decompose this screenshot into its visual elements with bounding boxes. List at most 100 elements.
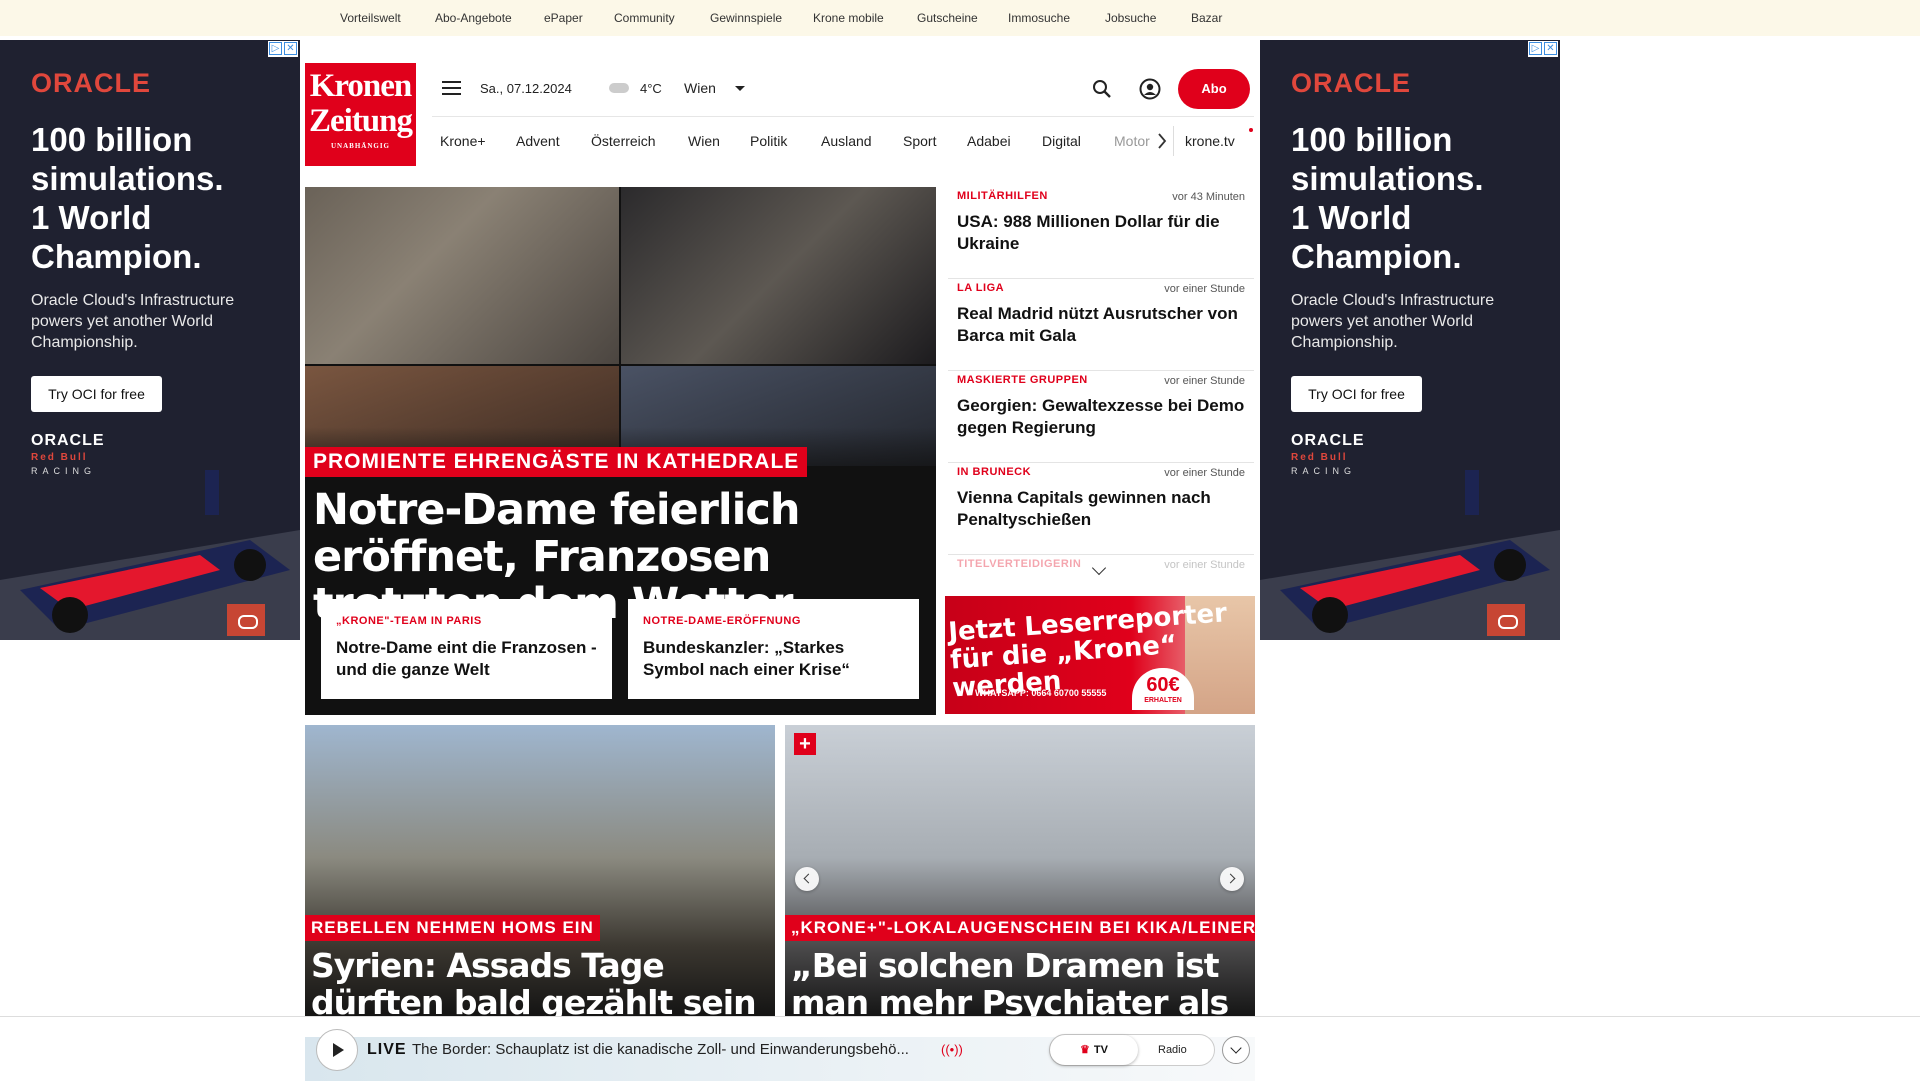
tv-toggle[interactable]: ♛ TV: [1050, 1035, 1138, 1065]
ad-choices[interactable]: ▷ ✕: [268, 41, 298, 57]
news-item[interactable]: IN BRUNECK vor einer Stunde Vienna Capit…: [948, 463, 1254, 555]
chevron-down-icon[interactable]: [735, 86, 745, 91]
latest-news-list: MILITÄRHILFEN vor 43 Minuten USA: 988 Mi…: [948, 187, 1254, 585]
broadcast-icon: ((•)): [941, 1042, 963, 1057]
ad-subtext: Oracle Cloud's Infrastructure powers yet…: [31, 292, 235, 351]
krone-plus-icon: +: [794, 733, 816, 755]
topbar-link-immosuche[interactable]: Immosuche: [1008, 11, 1070, 25]
ad-subtext: Oracle Cloud's Infrastructure powers yet…: [1291, 292, 1495, 351]
play-button[interactable]: [316, 1029, 358, 1071]
nav-item-sport[interactable]: Sport: [903, 133, 936, 149]
menu-icon[interactable]: [442, 81, 461, 95]
story-card[interactable]: REBELLEN NEHMEN HOMS EIN Syrien: Assads …: [305, 725, 775, 1020]
hero-related-card[interactable]: „KRONE"-TEAM IN PARIS Notre-Dame eint di…: [321, 599, 612, 699]
header-date: Sa., 07.12.2024: [480, 81, 572, 96]
abo-button[interactable]: Abo: [1178, 69, 1250, 109]
city-select[interactable]: Wien: [684, 80, 716, 96]
topbar-link-epaper[interactable]: ePaper: [544, 11, 583, 25]
banner-whatsapp: WHATSAPP: 0664 60700 55555: [975, 688, 1107, 698]
live-player-bar: LIVE The Border: Schauplatz ist die kana…: [0, 1016, 1920, 1081]
ad-cta-button[interactable]: Try OCI for free: [31, 376, 162, 412]
related-title[interactable]: Bundeskanzler: „Starkes Symbol nach eine…: [643, 637, 904, 681]
live-dot-icon: [1249, 128, 1253, 132]
topbar-link-community[interactable]: Community: [614, 11, 675, 25]
nav-item-wien[interactable]: Wien: [688, 133, 720, 149]
ad-oracle-badge[interactable]: [227, 604, 265, 636]
hero-story[interactable]: PROMIENTE EHRENGÄSTE IN KATHEDRALE Notre…: [305, 187, 936, 715]
leserreporter-banner[interactable]: Jetzt Leserreporter für die „Krone“ werde…: [945, 596, 1255, 714]
story-kicker: REBELLEN NEHMEN HOMS EIN: [305, 915, 600, 941]
news-time: vor 43 Minuten: [1172, 191, 1245, 203]
news-title[interactable]: Real Madrid nützt Ausrutscher von Barca …: [957, 303, 1245, 347]
topbar-link-jobsuche[interactable]: Jobsuche: [1105, 11, 1156, 25]
related-title[interactable]: Notre-Dame eint die Franzosen - und die …: [336, 637, 597, 681]
nav-item-advent[interactable]: Advent: [516, 133, 560, 149]
story-title[interactable]: Syrien: Assads Tage dürften bald gezählt…: [311, 947, 775, 1020]
news-time: vor einer Stunde: [1164, 467, 1245, 479]
hero-photo-cathedral: [305, 187, 619, 364]
ad-headline: 100 billion simulations. 1 World Champion.: [31, 121, 224, 275]
carousel-next-button[interactable]: [1220, 867, 1244, 891]
ad-cta-button[interactable]: Try OCI for free: [1291, 376, 1422, 412]
hero-photo-guests: [621, 187, 936, 364]
ad-right[interactable]: ▷ ✕ ORACLE 100 billion simulations. 1 World…: [1260, 40, 1560, 640]
temperature: 4°C: [640, 81, 662, 96]
hero-related-card[interactable]: NOTRE-DAME-ERÖFFNUNG Bundeskanzler: „Sta…: [628, 599, 919, 699]
nav-item-motor[interactable]: Motor: [1114, 133, 1150, 149]
ad-choices[interactable]: ▷ ✕: [1528, 41, 1558, 57]
news-item[interactable]: MASKIERTE GRUPPEN vor einer Stunde Georg…: [948, 371, 1254, 463]
banner-reward-badge: 60€ ERHALTEN: [1132, 668, 1194, 710]
news-time: vor einer Stunde: [1164, 375, 1245, 387]
news-time: vor einer Stunde: [1164, 559, 1245, 571]
ad-headline: 100 billion simulations. 1 World Champion.: [1291, 121, 1484, 275]
live-label: LIVE: [367, 1041, 407, 1058]
topbar-link-bazar[interactable]: Bazar: [1191, 11, 1222, 25]
top-utility-bar: Vorteilswelt Abo-Angebote ePaper Communi…: [0, 0, 1920, 36]
related-kicker: NOTRE-DAME-ERÖFFNUNG: [643, 615, 801, 627]
ad-brand: ORACLE: [1291, 68, 1411, 98]
ad-left[interactable]: ▷ ✕ ORACLE 100 billion simulations. 1 World…: [0, 40, 300, 640]
cloud-icon: [609, 83, 629, 93]
chevron-right-icon[interactable]: [1157, 133, 1167, 149]
nav-divider: [432, 116, 1254, 117]
account-icon[interactable]: [1139, 78, 1161, 100]
carousel-prev-button[interactable]: [795, 867, 819, 891]
news-item[interactable]: MILITÄRHILFEN vor 43 Minuten USA: 988 Mi…: [948, 187, 1254, 279]
ad-logo-brand: ORACLE: [31, 432, 105, 449]
ad-logo-brand: ORACLE: [1291, 432, 1365, 449]
topbar-link-vorteilswelt[interactable]: Vorteilswelt: [340, 11, 401, 25]
news-time: vor einer Stunde: [1164, 283, 1245, 295]
ad-logo-partner: Red Bull: [31, 452, 88, 463]
player-title[interactable]: The Border: Schauplatz ist die kanadisch…: [412, 1041, 909, 1058]
crown-icon: ♛: [1080, 1044, 1090, 1056]
nav-item-adabei[interactable]: Adabei: [967, 133, 1011, 149]
nav-item-digital[interactable]: Digital: [1042, 133, 1081, 149]
news-title[interactable]: Georgien: Gewaltexzesse bei Demo gegen R…: [957, 395, 1245, 439]
ad-oracle-badge[interactable]: [1487, 604, 1525, 636]
hero-kicker: PROMIENTE EHRENGÄSTE IN KATHEDRALE: [305, 447, 808, 477]
nav-item-politik[interactable]: Politik: [750, 133, 787, 149]
news-title[interactable]: Vienna Capitals gewinnen nach Penaltysch…: [957, 487, 1245, 531]
nav-item-krone-tv[interactable]: krone.tv: [1185, 133, 1235, 149]
expand-player-button[interactable]: [1222, 1036, 1250, 1064]
related-kicker: „KRONE"-TEAM IN PARIS: [336, 615, 482, 627]
story-card[interactable]: „KRONE+"-LOKALAUGENSCHEIN BEI KIKA/LEINE…: [785, 725, 1255, 1020]
nav-item-oesterreich[interactable]: Österreich: [591, 133, 656, 149]
search-icon[interactable]: [1092, 79, 1112, 99]
news-item[interactable]: LA LIGA vor einer Stunde Real Madrid nüt…: [948, 279, 1254, 371]
nav-separator: [1173, 126, 1174, 156]
news-title[interactable]: USA: 988 Millionen Dollar für die Ukrain…: [957, 211, 1245, 255]
media-toggle[interactable]: ♛ TV Radio: [1049, 1034, 1215, 1066]
story-kicker: „KRONE+"-LOKALAUGENSCHEIN BEI KIKA/LEINE…: [785, 915, 1255, 941]
topbar-link-gewinnspiele[interactable]: Gewinnspiele: [710, 11, 782, 25]
nav-item-krone-plus[interactable]: Krone+: [440, 133, 486, 149]
ad-brand: ORACLE: [31, 68, 151, 98]
topbar-link-abo-angebote[interactable]: Abo-Angebote: [435, 11, 512, 25]
topbar-link-krone-mobile[interactable]: Krone mobile: [813, 11, 884, 25]
topbar-link-gutscheine[interactable]: Gutscheine: [917, 11, 978, 25]
nav-item-ausland[interactable]: Ausland: [821, 133, 872, 149]
kronen-zeitung-logo[interactable]: Kronen Zeitung UNABHÄNGIG: [305, 63, 416, 166]
ad-logo-partner: Red Bull: [1291, 452, 1348, 463]
story-title[interactable]: „Bei solchen Dramen ist man mehr Psychia…: [791, 947, 1255, 1020]
radio-toggle[interactable]: Radio: [1158, 1035, 1187, 1065]
